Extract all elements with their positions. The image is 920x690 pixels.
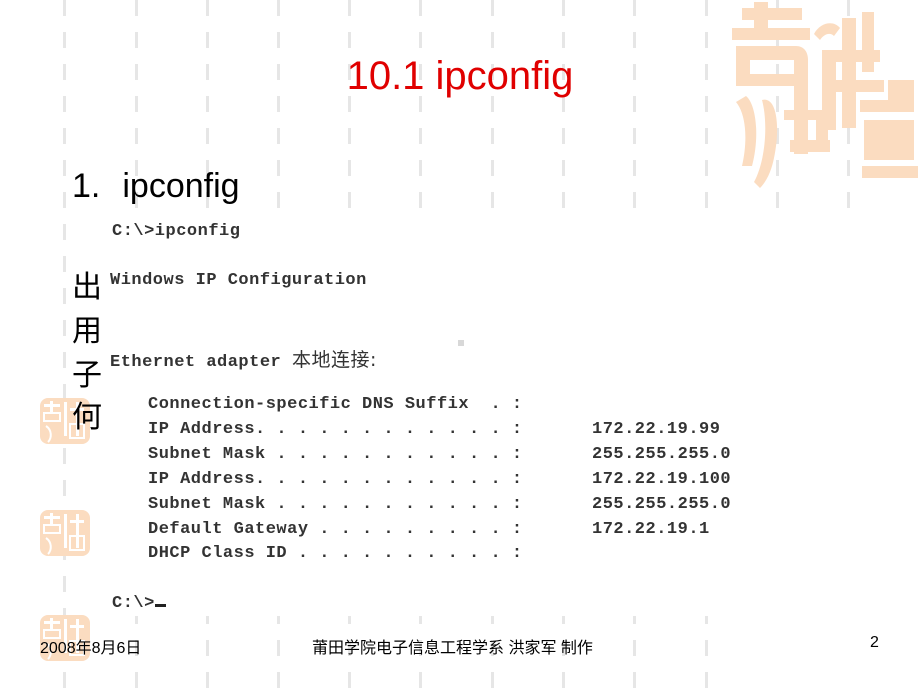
bullet-number: 1. (72, 167, 101, 205)
bullet-item: 1. ipconfig (72, 167, 240, 206)
adapter-name: 本地连接: (291, 349, 377, 371)
slide-title: 10.1 ipconfig (346, 54, 574, 98)
cursor-icon (154, 604, 166, 607)
entry-label: Connection-specific DNS Suffix . : (148, 395, 523, 414)
entry-label: IP Address. . . . . . . . . . . . : (148, 420, 523, 439)
body-text-fragment: 子 (72, 358, 102, 393)
ipconfig-output-screenshot: C:\>ipconfig Windows IP Configuration Et… (108, 214, 768, 616)
stray-marker (458, 340, 464, 346)
adapter-prefix: Ethernet adapter (110, 353, 292, 372)
entry-value: 255.255.255.0 (592, 445, 732, 464)
bullet-text: ipconfig (122, 167, 240, 205)
page-number: 2 (870, 634, 879, 651)
body-text-fragment: 何 (72, 400, 102, 435)
entry-value: 172.22.19.99 (592, 420, 721, 439)
final-prompt: C:\> (112, 594, 155, 613)
body-text-fragment: 用 (72, 314, 102, 349)
command-line: C:\>ipconfig (112, 222, 241, 241)
entry-label: Subnet Mask . . . . . . . . . . . : (148, 495, 523, 514)
entry-value: 255.255.255.0 (592, 495, 732, 514)
entry-label: DHCP Class ID . . . . . . . . . . : (148, 544, 523, 563)
entry-label: IP Address. . . . . . . . . . . . : (148, 470, 523, 489)
slide: 10.1 ipconfig 1. ipconfig 出 用 子 何 C:\>ipc… (0, 0, 920, 690)
final-prompt-line: C:\> (112, 594, 166, 613)
auspicious-seal-small-icon (40, 510, 90, 556)
output-header: Windows IP Configuration (110, 271, 367, 290)
footer-date: 2008年8月6日 (40, 640, 142, 657)
footer-author: 莆田学院电子信息工程学系 洪家军 制作 (312, 640, 593, 657)
adapter-line: Ethernet adapter 本地连接: (110, 345, 377, 372)
entry-value: 172.22.19.100 (592, 470, 732, 489)
entry-value: 172.22.19.1 (592, 520, 710, 539)
entry-label: Default Gateway . . . . . . . . . : (148, 520, 523, 539)
body-text-fragment: 出 (72, 270, 102, 305)
background-dashed-line (63, 0, 66, 690)
entry-label: Subnet Mask . . . . . . . . . . . : (148, 445, 523, 464)
